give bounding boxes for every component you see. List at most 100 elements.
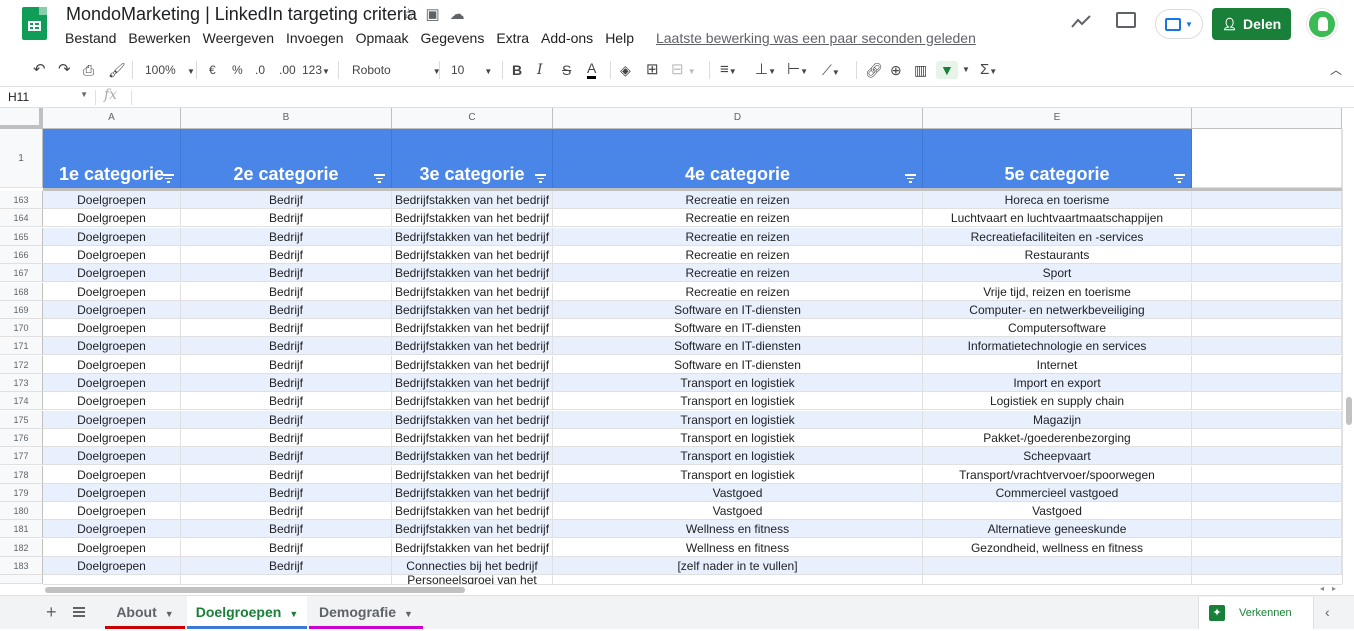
- currency-format-button[interactable]: €: [209, 61, 216, 79]
- add-sheet-icon[interactable]: +: [46, 602, 57, 623]
- font-select[interactable]: Roboto ▼: [352, 61, 441, 79]
- column-header-d[interactable]: D: [553, 108, 923, 129]
- table-cell[interactable]: Transport en logistiek: [553, 392, 923, 411]
- table-cell[interactable]: Bedrijf: [181, 447, 392, 466]
- table-cell[interactable]: Vrije tijd, reizen en toerisme: [923, 282, 1192, 301]
- table-cell[interactable]: [1192, 410, 1342, 429]
- table-cell[interactable]: Bedrijfstakken van het bedrijf: [392, 300, 553, 319]
- merge-cells-icon[interactable]: ⊟ ▼: [671, 61, 696, 79]
- table-cell[interactable]: Bedrijfstakken van het bedrijf: [392, 191, 553, 209]
- table-cell[interactable]: Bedrijfstakken van het bedrijf: [392, 337, 553, 356]
- row-header[interactable]: 163: [0, 191, 43, 209]
- table-cell[interactable]: Doelgroepen: [43, 410, 181, 429]
- scroll-right-icon[interactable]: ▸: [1332, 584, 1336, 593]
- table-cell[interactable]: Bedrijf: [181, 264, 392, 283]
- row-header[interactable]: 164: [0, 209, 43, 228]
- table-cell[interactable]: Bedrijf: [181, 538, 392, 557]
- column-header-a[interactable]: A: [43, 108, 181, 129]
- chevron-down-icon[interactable]: ▼: [962, 61, 970, 79]
- table-cell[interactable]: Computer- en netwerkbeveiliging: [923, 300, 1192, 319]
- row-header[interactable]: 174: [0, 392, 43, 411]
- table-cell[interactable]: [1192, 264, 1342, 283]
- table-cell[interactable]: [1192, 502, 1342, 521]
- table-cell[interactable]: Scheepvaart: [923, 447, 1192, 466]
- decrease-decimals-button[interactable]: .0: [255, 61, 265, 79]
- row-header[interactable]: 182: [0, 538, 43, 557]
- row-header[interactable]: 171: [0, 337, 43, 356]
- table-cell[interactable]: Bedrijfstakken van het bedrijf: [392, 428, 553, 447]
- sheet-tab-doelgroepen[interactable]: Doelgroepen ▼: [187, 596, 307, 629]
- menu-opmaak[interactable]: Opmaak: [356, 30, 409, 46]
- collapse-menus-icon[interactable]: ︿: [1330, 61, 1342, 79]
- strikethrough-button[interactable]: S: [562, 61, 571, 79]
- row-header[interactable]: 181: [0, 520, 43, 539]
- table-cell[interactable]: Transport en logistiek: [553, 465, 923, 484]
- filter-icon[interactable]: [1174, 174, 1185, 183]
- table-cell[interactable]: Recreatie en reizen: [553, 245, 923, 264]
- row-header[interactable]: 183: [0, 557, 43, 575]
- table-cell[interactable]: Bedrijf: [181, 300, 392, 319]
- table-cell[interactable]: Bedrijf: [181, 520, 392, 539]
- table-cell[interactable]: Doelgroepen: [43, 337, 181, 356]
- undo-icon[interactable]: ↶: [33, 61, 46, 79]
- table-cell[interactable]: Bedrijfstakken van het bedrijf: [392, 538, 553, 557]
- table-cell[interactable]: Bedrijfstakken van het bedrijf: [392, 483, 553, 502]
- vertical-align-icon[interactable]: ⊥▼: [755, 61, 776, 79]
- chevron-down-icon[interactable]: ▼: [165, 609, 174, 619]
- table-cell[interactable]: [1192, 428, 1342, 447]
- select-all-corner[interactable]: [0, 108, 43, 129]
- present-button[interactable]: ▼: [1155, 9, 1203, 39]
- sheets-logo-icon[interactable]: [22, 7, 47, 40]
- table-cell[interactable]: Restaurants: [923, 245, 1192, 264]
- text-color-button[interactable]: A: [587, 61, 597, 79]
- vertical-scrollbar[interactable]: [1342, 129, 1354, 584]
- table-cell[interactable]: Recreatie en reizen: [553, 282, 923, 301]
- table-cell[interactable]: Bedrijf: [181, 355, 392, 374]
- column-header-c[interactable]: C: [392, 108, 553, 129]
- table-cell[interactable]: Bedrijfstakken van het bedrijf: [392, 465, 553, 484]
- table-cell[interactable]: Vastgoed: [923, 502, 1192, 521]
- table-cell[interactable]: Commercieel vastgoed: [923, 483, 1192, 502]
- redo-icon[interactable]: ↷: [58, 61, 71, 79]
- table-cell[interactable]: [1192, 282, 1342, 301]
- table-cell[interactable]: [1192, 520, 1342, 539]
- table-cell[interactable]: Transport/vrachtvervoer/spoorwegen: [923, 465, 1192, 484]
- table-cell[interactable]: Transport en logistiek: [553, 447, 923, 466]
- table-cell[interactable]: Bedrijf: [181, 227, 392, 246]
- table-cell[interactable]: Wellness en fitness: [553, 520, 923, 539]
- row-header[interactable]: 177: [0, 447, 43, 466]
- table-cell[interactable]: Doelgroepen: [43, 483, 181, 502]
- table-cell[interactable]: [1192, 538, 1342, 557]
- sheet-tab-demografie[interactable]: Demografie ▼: [309, 596, 423, 629]
- table-cell[interactable]: Bedrijf: [181, 428, 392, 447]
- table-cell[interactable]: Transport en logistiek: [553, 374, 923, 392]
- table-cell[interactable]: Bedrijfstakken van het bedrijf: [392, 502, 553, 521]
- table-cell[interactable]: Recreatie en reizen: [553, 209, 923, 228]
- table-cell[interactable]: Doelgroepen: [43, 264, 181, 283]
- table-cell[interactable]: Bedrijf: [181, 502, 392, 521]
- table-cell[interactable]: [1192, 392, 1342, 411]
- scroll-thumb[interactable]: [45, 587, 465, 593]
- table-cell[interactable]: Doelgroepen: [43, 502, 181, 521]
- table-cell[interactable]: Software en IT-diensten: [553, 337, 923, 356]
- table-cell[interactable]: [1192, 557, 1342, 575]
- header-cell[interactable]: 2e categorie: [181, 129, 392, 188]
- table-cell[interactable]: [1192, 337, 1342, 356]
- table-cell[interactable]: [1192, 447, 1342, 466]
- table-cell[interactable]: Bedrijf: [181, 191, 392, 209]
- comment-history-icon[interactable]: [1116, 12, 1136, 28]
- row-header[interactable]: 180: [0, 502, 43, 521]
- table-cell[interactable]: Doelgroepen: [43, 447, 181, 466]
- sheet-tab-about[interactable]: About ▼: [105, 596, 185, 629]
- row-header[interactable]: 1: [0, 129, 43, 188]
- side-panel-toggle-icon[interactable]: ‹: [1325, 604, 1330, 620]
- insert-comment-icon[interactable]: ⊕: [890, 61, 902, 79]
- row-header[interactable]: 166: [0, 245, 43, 264]
- table-cell[interactable]: Bedrijf: [181, 282, 392, 301]
- row-header[interactable]: 179: [0, 483, 43, 502]
- table-cell[interactable]: Alternatieve geneeskunde: [923, 520, 1192, 539]
- table-cell[interactable]: [1192, 374, 1342, 392]
- table-cell[interactable]: Bedrijfstakken van het bedrijf: [392, 209, 553, 228]
- menu-extra[interactable]: Extra: [496, 30, 529, 46]
- filter-icon[interactable]: [905, 174, 916, 183]
